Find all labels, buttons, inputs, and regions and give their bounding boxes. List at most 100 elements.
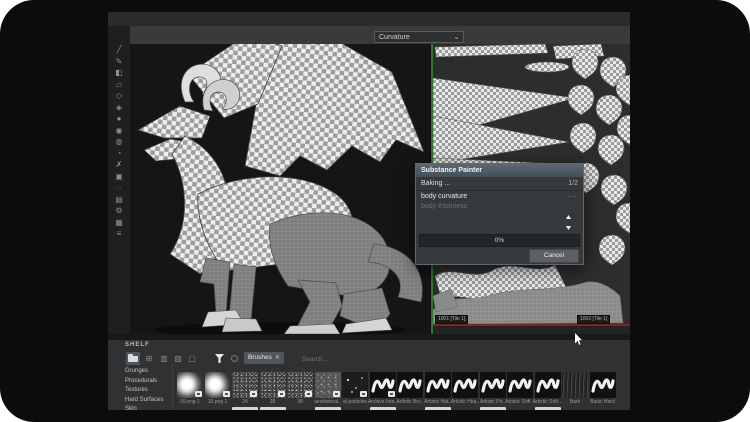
scroll-down-icon[interactable]: [566, 226, 571, 230]
shelf-item-preview[interactable]: [397, 372, 423, 398]
baking-dialog: Substance Painter Baking ... 1/2 body cu…: [415, 163, 584, 265]
shelf-item-label: Artistic Hea..: [450, 399, 480, 405]
resource-type-icon: [195, 391, 202, 397]
resource-type-icon: [223, 391, 230, 397]
shelf-item-label: Artistic Hai..: [423, 399, 453, 405]
baking-status-row: Baking ... 1/2: [416, 177, 583, 191]
particle-tool-icon[interactable]: ◉: [108, 125, 130, 136]
filter-icon[interactable]: [212, 352, 226, 365]
shelf-item-preview[interactable]: [562, 372, 588, 398]
menu-bar[interactable]: [108, 12, 630, 27]
cancel-button[interactable]: Cancel: [529, 249, 579, 263]
next-row-thumbnail-peek: [315, 407, 341, 410]
viewport-3d[interactable]: [130, 44, 430, 334]
baking-queued-item: body thickness: [421, 203, 467, 210]
shelf-category-textures[interactable]: Textures: [125, 387, 148, 393]
shelf-item-preview[interactable]: [425, 372, 451, 398]
next-row-thumbnail-peek: [370, 407, 396, 410]
shelf-item-preview[interactable]: [480, 372, 506, 398]
settings-icon[interactable]: ⚙: [108, 205, 130, 216]
shelf-category-hard-surfaces[interactable]: Hard Surfaces: [125, 397, 163, 403]
shelf-category-skin[interactable]: Skin: [125, 406, 137, 410]
projection-tool-icon[interactable]: ▱: [108, 79, 130, 90]
link-icon[interactable]: ▧: [171, 352, 185, 365]
filter-mode-icon[interactable]: [228, 352, 242, 365]
material-picker-icon[interactable]: ◍: [108, 136, 130, 147]
image-icon[interactable]: ▣: [108, 171, 130, 182]
baking-progress-bar: 0%: [419, 234, 580, 247]
delete-icon[interactable]: ✗: [108, 159, 130, 170]
smudge-tool-icon[interactable]: ◈: [108, 102, 130, 113]
shelf-item-preview[interactable]: [507, 372, 533, 398]
shelf-panel: SHELF Brushes✕ ⊞▥▧▢ Grunges Procedurals Te…: [108, 340, 630, 410]
shelf-item-preview[interactable]: [232, 372, 258, 398]
resource-type-icon: [250, 391, 257, 397]
dialog-title: Substance Painter: [416, 164, 583, 177]
shelf-item-label: Artistic Bru..: [395, 399, 425, 405]
export-icon[interactable]: ▢: [185, 352, 199, 365]
shelf-item-label: Bark: [560, 399, 590, 405]
line-tool-icon[interactable]: ╱: [108, 44, 130, 55]
resource-type-icon: [278, 391, 285, 397]
progress-percent: 0%: [495, 237, 504, 244]
shelf-category-list: Grunges Procedurals Textures Hard Surfaces S…: [108, 364, 170, 410]
dragon-model: [130, 44, 430, 334]
shelf-item-preview[interactable]: [535, 372, 561, 398]
left-toolbar: ╱✎◧▱◇◈●◉◍◔✗▣◌▤⚙▦≡: [108, 26, 131, 352]
shelf-toolbar: Brushes✕ ⊞▥▧▢: [108, 351, 630, 367]
baking-current-item: body curvature: [421, 193, 467, 200]
resource-type-icon: [360, 391, 367, 397]
shelf-item-label: Artistic Pri..: [478, 399, 508, 405]
next-row-thumbnail-peek: [425, 407, 451, 410]
next-row-thumbnail-peek: [232, 407, 258, 410]
shelf-item-label: 10.png 1: [203, 399, 233, 405]
picker-icon[interactable]: ◌: [108, 182, 130, 193]
polygon-fill-tool-icon[interactable]: ◇: [108, 90, 130, 101]
shelf-item-label: Artistic Soft ..: [505, 399, 535, 405]
shelf-item-preview[interactable]: [205, 372, 231, 398]
shelf-item-label: Basic Hard: [588, 399, 618, 405]
uv-tile-label-1002: 1002 [Tile 1]: [577, 315, 610, 324]
shelf-item-label: 24: [230, 399, 260, 405]
clone-tool-icon[interactable]: ●: [108, 113, 130, 124]
shelf-category-grunges[interactable]: Grunges: [125, 368, 148, 374]
filter-chip-brushes[interactable]: Brushes✕: [244, 352, 284, 364]
device-frame: ╱✎◧▱◇◈●◉◍◔✗▣◌▤⚙▦≡ Curvature ⌄: [0, 0, 750, 422]
shelf-item-preview[interactable]: [370, 372, 396, 398]
item-options-icon[interactable]: ...: [567, 190, 577, 199]
shelf-item-preview[interactable]: [177, 372, 203, 398]
resource-type-icon: [333, 391, 340, 397]
shelf-item-label: Artistic Soft ..: [533, 399, 563, 405]
shelf-item-preview[interactable]: [342, 372, 368, 398]
shelf-item-preview[interactable]: [287, 372, 313, 398]
shelf-item-label: Archive Inte..: [368, 399, 398, 405]
shelf-item-preview[interactable]: [590, 372, 616, 398]
scroll-up-icon[interactable]: [566, 215, 571, 219]
baking-status-label: Baking ...: [421, 180, 450, 187]
eraser-tool-icon[interactable]: ◧: [108, 67, 130, 78]
chip-close-icon[interactable]: ✕: [275, 355, 280, 361]
search-input[interactable]: [300, 352, 394, 366]
resource-type-icon: [305, 391, 312, 397]
grid-icon[interactable]: ▦: [108, 217, 130, 228]
channel-select-dropdown[interactable]: Curvature ⌄: [374, 31, 464, 43]
shelf-item-preview[interactable]: [452, 372, 478, 398]
viewport-header: Curvature ⌄: [130, 26, 630, 45]
shelf-item-label: al particles: [340, 399, 370, 405]
shelf-item-preview[interactable]: [315, 372, 341, 398]
shelf-item-preview[interactable]: [260, 372, 286, 398]
shelf-divider: [172, 364, 173, 410]
menu-icon[interactable]: ≡: [108, 228, 130, 239]
shelf-category-procedurals[interactable]: Procedurals: [125, 378, 157, 384]
shelf-title: SHELF: [125, 342, 150, 348]
filter-chip-label: Brushes: [248, 354, 272, 361]
next-row-thumbnail-peek: [260, 407, 286, 410]
next-row-thumbnail-peek: [480, 407, 506, 410]
baking-counter: 1/2: [568, 177, 578, 190]
physics-icon[interactable]: ◔: [108, 148, 130, 159]
history-icon[interactable]: ▤: [108, 194, 130, 205]
brush-tool-icon[interactable]: ✎: [108, 56, 130, 67]
screenshot-stage: ╱✎◧▱◇◈●◉◍◔✗▣◌▤⚙▦≡ Curvature ⌄: [0, 0, 750, 422]
next-row-thumbnail-peek: [535, 407, 561, 410]
substance-painter-window: ╱✎◧▱◇◈●◉◍◔✗▣◌▤⚙▦≡ Curvature ⌄: [108, 12, 630, 410]
